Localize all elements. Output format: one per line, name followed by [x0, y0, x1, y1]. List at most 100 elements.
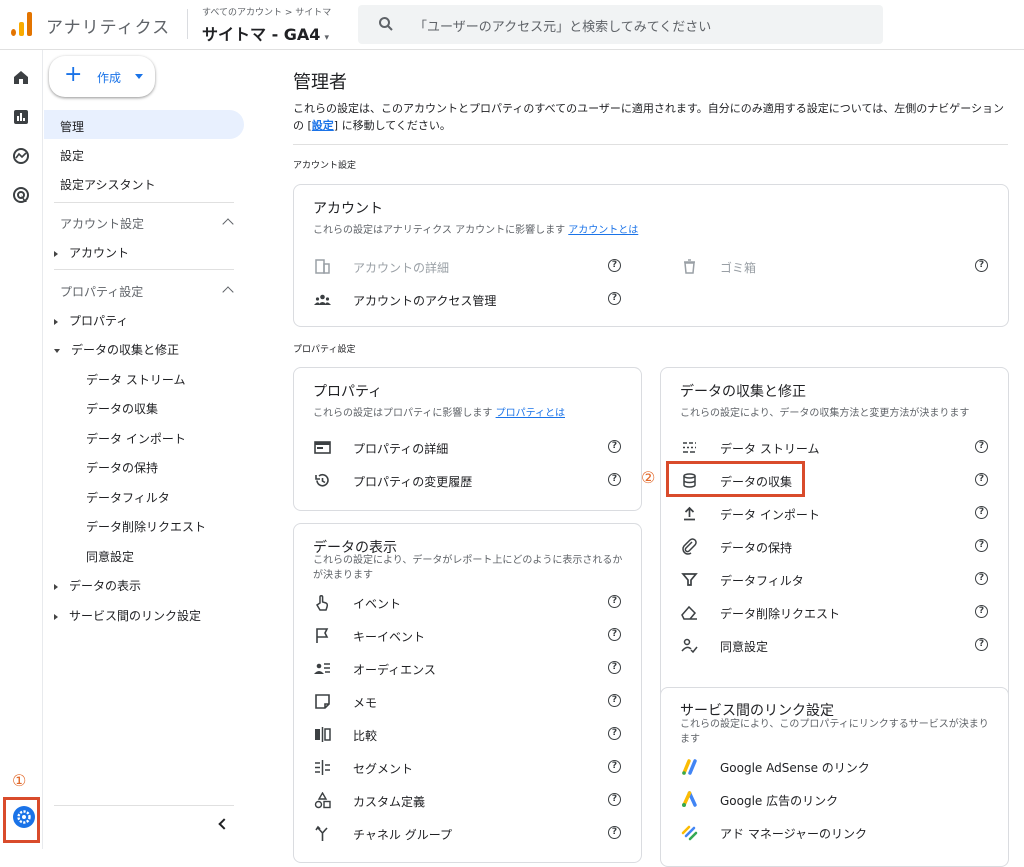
filter-icon [681, 573, 698, 586]
help-icon[interactable]: ? [975, 506, 988, 519]
nav-item-admin[interactable]: 管理 [60, 118, 84, 135]
what-is-property-link[interactable]: プロパティとは [496, 408, 565, 419]
google-ads-icon [682, 791, 697, 807]
help-icon[interactable]: ? [975, 539, 988, 552]
channel-groups-row[interactable]: チャネル グループ ? [314, 822, 623, 846]
audiences-row[interactable]: オーディエンス ? [314, 657, 623, 681]
data-import-label: データ インポート [720, 508, 820, 522]
property-name: サイトマ - GA4 [202, 25, 321, 44]
left-rail [0, 50, 43, 849]
data-retention-label: データの保持 [720, 541, 793, 555]
help-icon[interactable]: ? [608, 473, 621, 486]
nav-item-product-links[interactable]: サービス間のリンク設定 [54, 607, 201, 624]
notes-row[interactable]: メモ ? [314, 690, 623, 714]
nav-item-property[interactable]: プロパティ [54, 312, 128, 329]
streams-icon [683, 442, 696, 453]
nav-sub-data-deletion[interactable]: データ削除リクエスト [86, 518, 206, 535]
annotation-mark-2: ② [641, 468, 656, 487]
annotation-mark-1: ① [12, 771, 27, 790]
nav-item-account[interactable]: アカウント [54, 244, 129, 261]
chevron-up-icon[interactable] [222, 218, 234, 230]
home-icon[interactable] [12, 68, 30, 86]
channel-groups-label: チャネル グループ [353, 828, 452, 842]
events-row[interactable]: イベント ? [314, 591, 623, 615]
eraser-icon [681, 605, 697, 620]
key-events-row[interactable]: キーイベント ? [314, 624, 623, 648]
adsense-link-row[interactable]: Google AdSense のリンク [681, 755, 990, 779]
breadcrumb[interactable]: すべてのアカウント > サイトマ [202, 5, 331, 18]
help-icon[interactable]: ? [608, 595, 621, 608]
advertising-icon[interactable] [12, 186, 30, 204]
account-access-row[interactable]: アカウントのアクセス管理 ? [314, 288, 630, 312]
help-icon[interactable]: ? [608, 826, 621, 839]
title-divider [293, 144, 1008, 145]
help-icon[interactable]: ? [975, 572, 988, 585]
help-icon[interactable]: ? [608, 259, 621, 272]
nav-section-property[interactable]: プロパティ設定 [60, 283, 143, 300]
nav-item-settings[interactable]: 設定 [60, 147, 84, 164]
nav-sub-data-streams[interactable]: データ ストリーム [86, 371, 185, 388]
help-icon[interactable]: ? [608, 793, 621, 806]
comparisons-label: 比較 [353, 729, 378, 743]
custom-definitions-label: カスタム定義 [353, 795, 426, 809]
data-retention-row[interactable]: データの保持 ? [681, 535, 990, 559]
settings-link[interactable]: 設定 [312, 119, 334, 132]
chevron-down-icon: ▾ [324, 33, 329, 43]
gear-icon[interactable] [13, 806, 35, 828]
custom-definitions-row[interactable]: カスタム定義 ? [314, 789, 623, 813]
data-filters-row[interactable]: データフィルタ ? [681, 568, 990, 592]
help-icon[interactable]: ? [608, 661, 621, 674]
consent-row[interactable]: 同意設定 ? [681, 634, 990, 658]
data-deletion-row[interactable]: データ削除リクエスト ? [681, 601, 990, 625]
help-icon[interactable]: ? [608, 760, 621, 773]
comparisons-row[interactable]: 比較 ? [314, 723, 623, 747]
data-streams-row[interactable]: データ ストリーム ? [681, 436, 990, 460]
admin-main: 管理者 これらの設定は、このアカウントとプロパティのすべてのユーザーに適用されま… [254, 50, 1024, 867]
collapse-nav-icon[interactable] [218, 818, 230, 830]
nav-item-setup-assistant[interactable]: 設定アシスタント [60, 176, 156, 193]
property-card-title: プロパティ [313, 384, 383, 400]
help-icon[interactable]: ? [608, 440, 621, 453]
nav-item-data-display[interactable]: データの表示 [54, 577, 141, 594]
help-icon[interactable]: ? [608, 292, 621, 305]
details-window-icon [314, 441, 331, 454]
google-ads-link-row[interactable]: Google 広告のリンク [681, 788, 990, 812]
property-selector[interactable]: サイトマ - GA4 ▾ [202, 21, 329, 45]
chevron-up-icon[interactable] [222, 286, 234, 298]
search-bar[interactable]: 「ユーザーのアクセス元」と検索してみてください [358, 5, 883, 44]
nav-sub-consent[interactable]: 同意設定 [86, 548, 134, 565]
property-history-row[interactable]: プロパティの変更履歴 ? [314, 469, 623, 493]
help-icon[interactable]: ? [975, 440, 988, 453]
create-button[interactable]: + 作成 [49, 56, 155, 97]
nav-sub-data-filters[interactable]: データフィルタ [86, 489, 170, 506]
what-is-account-link[interactable]: アカウントとは [568, 225, 638, 236]
help-icon[interactable]: ? [608, 727, 621, 740]
ad-manager-link-row[interactable]: アド マネージャーのリンク [681, 821, 990, 845]
help-icon[interactable]: ? [975, 605, 988, 618]
account-details-label: アカウントの詳細 [353, 261, 450, 275]
segments-row[interactable]: セグメント ? [314, 756, 623, 780]
building-icon [315, 259, 330, 274]
account-card-title: アカウント [313, 201, 383, 217]
nav-sub-data-retention[interactable]: データの保持 [86, 459, 158, 476]
note-icon [315, 694, 330, 709]
nav-item-data-collection[interactable]: データの収集と修正 [54, 341, 179, 358]
product-links-card: サービス間のリンク設定 これらの設定により、このプロパティにリンクするサービスが… [660, 687, 1009, 867]
explore-icon[interactable] [12, 147, 30, 165]
trash-icon [684, 259, 695, 274]
help-icon[interactable]: ? [975, 259, 988, 272]
help-icon[interactable]: ? [975, 638, 988, 651]
help-icon[interactable]: ? [975, 473, 988, 486]
nav-sub-data-import[interactable]: データ インポート [86, 430, 186, 447]
analytics-logo[interactable] [11, 12, 33, 36]
reports-icon[interactable] [12, 108, 30, 126]
help-icon[interactable]: ? [608, 694, 621, 707]
admin-gear-highlight[interactable] [3, 797, 40, 843]
property-details-row[interactable]: プロパティの詳細 ? [314, 436, 623, 460]
nav-sub-data-collection[interactable]: データの収集 [86, 400, 158, 417]
nav-section-account[interactable]: アカウント設定 [60, 215, 144, 232]
help-icon[interactable]: ? [608, 628, 621, 641]
data-import-row[interactable]: データ インポート ? [681, 502, 990, 526]
create-label: 作成 [97, 71, 122, 85]
adsense-link-label: Google AdSense のリンク [720, 761, 870, 775]
